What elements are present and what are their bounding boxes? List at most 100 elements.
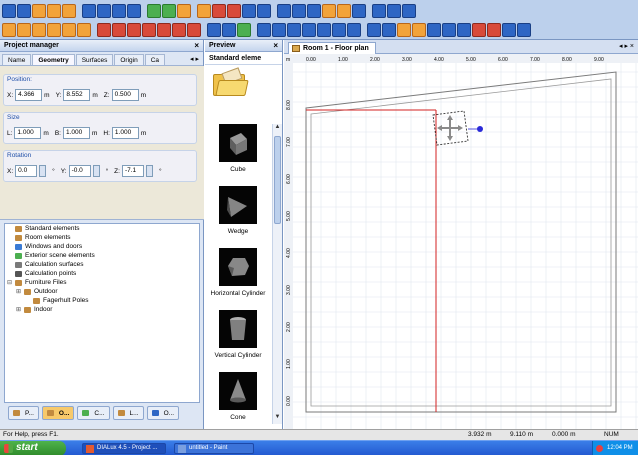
toolbar-button-icon[interactable] [237, 23, 251, 37]
tree-item[interactable]: ⊞ Indoor [5, 305, 199, 314]
toolbar-button-icon[interactable] [372, 4, 386, 18]
toolbar-button-icon[interactable] [112, 4, 126, 18]
tree-item[interactable]: Calculation surfaces [5, 260, 199, 269]
toolbar-button-icon[interactable] [32, 23, 46, 37]
task-dialux[interactable]: DIALux 4.5 - Project ... [82, 443, 166, 454]
start-button[interactable]: start [0, 441, 66, 455]
position-y-field[interactable]: 8.552 [63, 89, 91, 101]
document-controls[interactable]: ◂ ▸ × [619, 42, 634, 50]
toolbar-button-icon[interactable] [147, 4, 161, 18]
toolbar-button-icon[interactable] [157, 23, 171, 37]
scroll-down-icon[interactable]: ▼ [274, 414, 281, 423]
toolbar-button-icon[interactable] [222, 23, 236, 37]
position-z-field[interactable]: 0.500 [111, 89, 139, 101]
toolbar-button-icon[interactable] [322, 4, 336, 18]
toolbar-button-icon[interactable] [337, 4, 351, 18]
tab-geometry[interactable]: Geometry [32, 54, 75, 65]
tab-name[interactable]: Name [2, 54, 32, 65]
toolbar-button-icon[interactable] [62, 4, 76, 18]
folder-icon[interactable] [213, 67, 249, 96]
rotation-z-field[interactable]: -7.1 [121, 165, 144, 177]
preview-item-cone[interactable]: Cone [205, 372, 271, 429]
hcyl-thumbnail-icon[interactable] [219, 248, 257, 286]
toolbar-button-icon[interactable] [387, 4, 401, 18]
toolbar-button-icon[interactable] [172, 23, 186, 37]
toolbar-button-icon[interactable] [302, 23, 316, 37]
toolbar-button-icon[interactable] [142, 23, 156, 37]
close-icon[interactable]: × [194, 41, 199, 50]
preview-item-vcyl[interactable]: Vertical Cylinder [205, 310, 271, 370]
toolbar-button-icon[interactable] [2, 23, 16, 37]
vcyl-thumbnail-icon[interactable] [219, 310, 257, 348]
toolbar-button-icon[interactable] [412, 23, 426, 37]
tree-item[interactable]: Room elements [5, 233, 199, 242]
bottom-tab-1[interactable]: P... [8, 406, 39, 420]
toolbar-button-icon[interactable] [502, 23, 516, 37]
bottom-tab-5[interactable]: O... [146, 406, 180, 420]
position-x-field[interactable]: 4.366 [15, 89, 43, 101]
tab-surfaces[interactable]: Surfaces [75, 54, 114, 65]
cone-thumbnail-icon[interactable] [219, 372, 257, 410]
toolbar-button-icon[interactable] [77, 23, 91, 37]
toolbar-button-icon[interactable] [287, 23, 301, 37]
bottom-tab-3[interactable]: C... [77, 406, 110, 420]
toolbar-button-icon[interactable] [197, 4, 211, 18]
tab-floor-plan[interactable]: Room 1 - Floor plan [288, 42, 376, 54]
toolbar-button-icon[interactable] [332, 23, 346, 37]
tree-item[interactable]: Calculation points [5, 269, 199, 278]
tree-item[interactable]: ⊞ Outdoor [5, 287, 199, 296]
toolbar-button-icon[interactable] [127, 23, 141, 37]
tray-alert-icon[interactable] [596, 445, 603, 452]
preview-scrollbar[interactable]: ▲ ▼ [272, 124, 282, 424]
toolbar-button-icon[interactable] [2, 4, 16, 18]
scroll-thumb[interactable] [274, 136, 281, 224]
size-b-field[interactable]: 1.000 [63, 127, 90, 139]
preview-item-cube[interactable]: Cube [205, 124, 271, 184]
toolbar-button-icon[interactable] [112, 23, 126, 37]
toolbar-button-icon[interactable] [487, 23, 501, 37]
tree-expander-icon[interactable]: ⊞ [16, 306, 22, 313]
toolbar-button-icon[interactable] [277, 4, 291, 18]
tree-item[interactable]: ⊟ Furniture Files [5, 278, 199, 287]
size-l-field[interactable]: 1.000 [14, 127, 42, 139]
tree-item[interactable]: Windows and doors [5, 242, 199, 251]
toolbar-button-icon[interactable] [367, 23, 381, 37]
toolbar-button-icon[interactable] [62, 23, 76, 37]
wedge-thumbnail-icon[interactable] [219, 186, 257, 224]
toolbar-button-icon[interactable] [47, 4, 61, 18]
bottom-tab-2[interactable]: O... [41, 406, 75, 420]
toolbar-button-icon[interactable] [177, 4, 191, 18]
toolbar-button-icon[interactable] [82, 4, 96, 18]
toolbar-button-icon[interactable] [292, 4, 306, 18]
bottom-tab-4[interactable]: L... [112, 406, 144, 420]
preview-item-hcyl[interactable]: Horizontal Cylinder [205, 248, 271, 308]
size-h-field[interactable]: 1.000 [111, 127, 139, 139]
toolbar-button-icon[interactable] [17, 23, 31, 37]
toolbar-button-icon[interactable] [352, 4, 366, 18]
toolbar-button-icon[interactable] [347, 23, 361, 37]
toolbar-button-icon[interactable] [212, 4, 226, 18]
toolbar-button-icon[interactable] [97, 23, 111, 37]
toolbar-button-icon[interactable] [402, 4, 416, 18]
toolbar-button-icon[interactable] [242, 4, 256, 18]
toolbar-button-icon[interactable] [257, 4, 271, 18]
toolbar-button-icon[interactable] [442, 23, 456, 37]
toolbar-button-icon[interactable] [47, 23, 61, 37]
rotation-y-field[interactable]: -0.0 [68, 165, 91, 177]
preview-item-wedge[interactable]: Wedge [205, 186, 271, 246]
toolbar-button-icon[interactable] [257, 23, 271, 37]
rotation-x-stepper[interactable] [39, 165, 47, 177]
toolbar-button-icon[interactable] [472, 23, 486, 37]
toolbar-button-icon[interactable] [17, 4, 31, 18]
tree-expander-icon[interactable]: ⊞ [16, 288, 22, 295]
tab-scroll-arrows[interactable]: ◂ ▸ [188, 54, 201, 65]
floor-plan-canvas[interactable]: m 0.00 1.00 2.00 3.00 4.00 5.00 6.00 7.00 8.00 9.… [284, 54, 638, 429]
tab-ca[interactable]: Ca [144, 54, 166, 65]
toolbar-button-icon[interactable] [307, 4, 321, 18]
toolbar-button-icon[interactable] [457, 23, 471, 37]
toolbar-button-icon[interactable] [97, 4, 111, 18]
toolbar-button-icon[interactable] [162, 4, 176, 18]
scroll-up-icon[interactable]: ▲ [274, 124, 281, 133]
tree-item[interactable]: Exterior scene elements [5, 251, 199, 260]
toolbar-button-icon[interactable] [382, 23, 396, 37]
